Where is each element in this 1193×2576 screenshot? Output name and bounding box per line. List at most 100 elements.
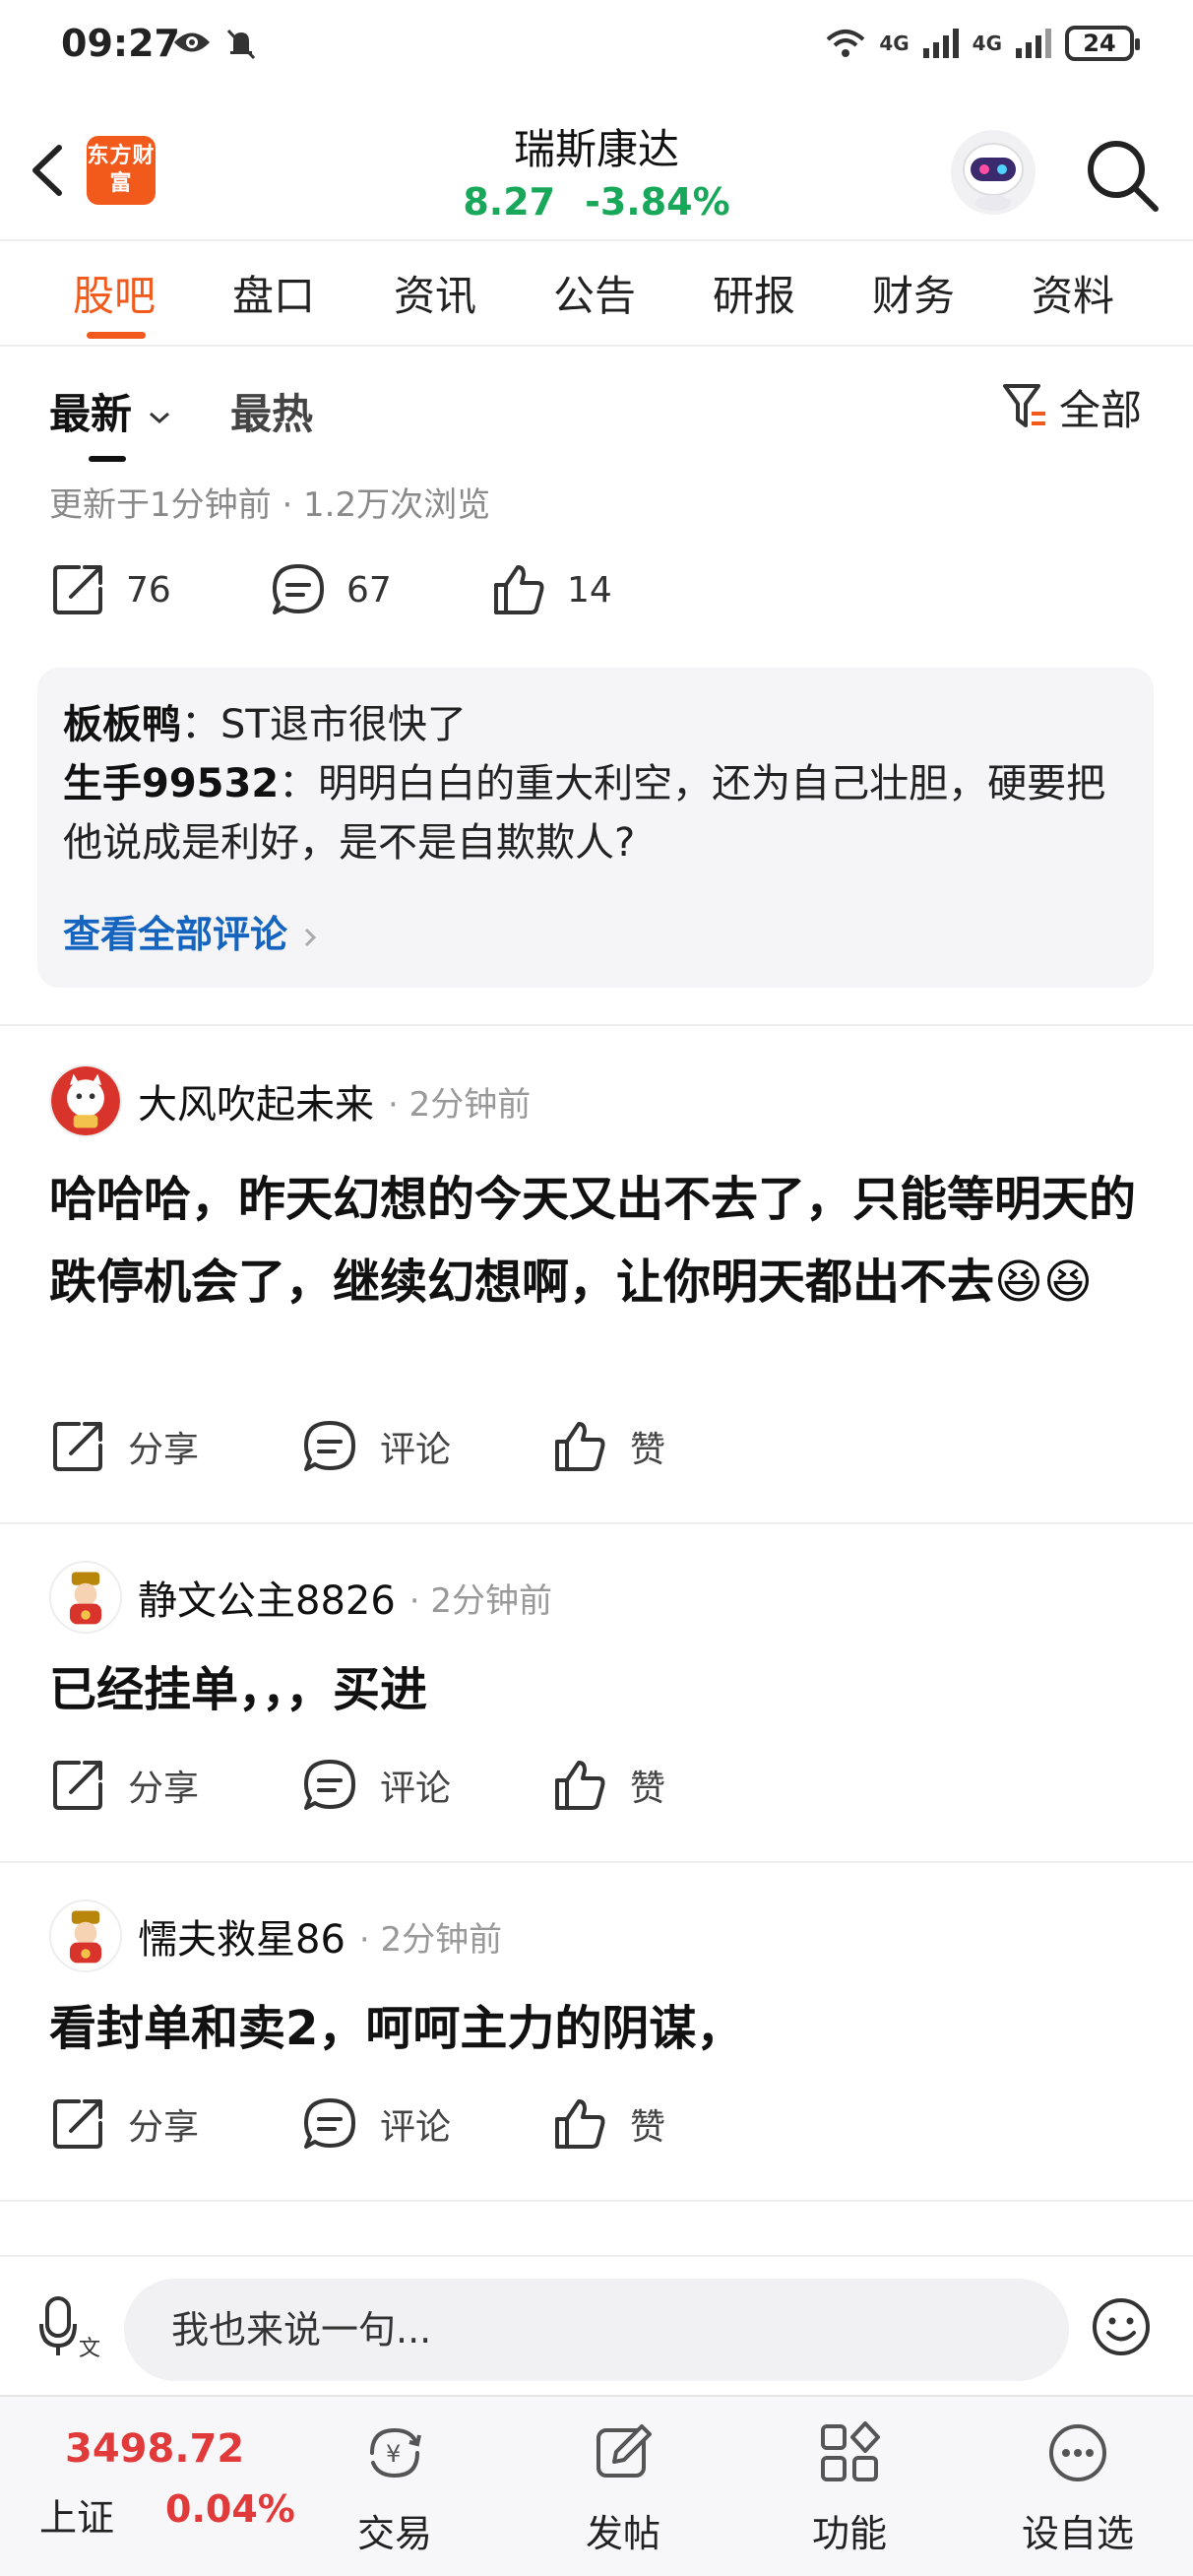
like-count: 14 xyxy=(567,569,612,611)
share-button[interactable]: 分享 xyxy=(49,1757,199,1814)
avatar[interactable] xyxy=(49,1561,122,1634)
divider xyxy=(0,1024,1193,1026)
back-arrow-icon[interactable] xyxy=(20,136,79,205)
trade-icon: ¥ xyxy=(370,2427,421,2479)
nav-functions[interactable]: 功能 xyxy=(776,2418,923,2557)
share-stat[interactable]: 76 xyxy=(49,561,171,618)
share-button[interactable]: 分享 xyxy=(49,2095,199,2153)
post-actions: 分享 评论 赞 xyxy=(49,1757,837,1826)
filter-button[interactable]: 全部 xyxy=(1002,377,1142,437)
stock-change: -3.84% xyxy=(585,180,730,224)
avatar[interactable] xyxy=(49,1064,122,1137)
tab-guba[interactable]: 股吧 xyxy=(55,263,173,323)
filter-label: 全部 xyxy=(1058,386,1142,434)
bottom-nav: 3498.72 上证 0.04% ¥ 交易 发帖 功能 设自选 xyxy=(0,2395,1193,2576)
nav-trade[interactable]: ¥ 交易 xyxy=(321,2418,469,2557)
sort-hottest[interactable]: 最热 xyxy=(230,381,313,441)
thumbs-up-icon xyxy=(494,565,544,614)
post-content[interactable]: 看封单和卖2，呵呵主力的阴谋， xyxy=(49,1987,1142,2070)
like-button[interactable]: 赞 xyxy=(551,1418,665,1475)
svg-text:¥: ¥ xyxy=(386,2440,401,2468)
nav-post[interactable]: 发帖 xyxy=(549,2418,697,2557)
divider xyxy=(0,2200,1193,2202)
signal-icon-2 xyxy=(1016,29,1051,58)
index-value[interactable]: 3498.72 xyxy=(65,2426,244,2472)
hot-comment: 生手99532：明明白白的重大利空，还为自己壮胆，硬要把他说成是利好，是不是自欺… xyxy=(63,754,1128,872)
nav-watchlist[interactable]: 设自选 xyxy=(1004,2418,1152,2557)
share-icon xyxy=(53,1422,102,1471)
comment-button[interactable]: 评论 xyxy=(301,1418,451,1475)
sort-latest[interactable]: 最新 xyxy=(49,381,172,441)
lucky-cat-avatar-icon xyxy=(51,1066,120,1135)
signal-icon xyxy=(922,29,959,58)
share-count: 76 xyxy=(126,569,171,611)
tab-research[interactable]: 研报 xyxy=(695,263,813,323)
svg-text:文: 文 xyxy=(79,2337,100,2361)
tab-pankou[interactable]: 盘口 xyxy=(215,263,333,323)
like-label: 赞 xyxy=(630,2107,666,2148)
comment-icon xyxy=(273,564,324,614)
nav-functions-label: 功能 xyxy=(811,2512,887,2555)
status-bar: 09:27 4G 4G 24 xyxy=(0,0,1193,98)
share-label: 分享 xyxy=(128,2107,200,2148)
share-button[interactable]: 分享 xyxy=(49,1418,199,1475)
post-author[interactable]: 静文公主8826 xyxy=(138,1569,396,1626)
like-label: 赞 xyxy=(630,1430,666,1470)
network-label-1: 4G xyxy=(879,32,910,55)
update-info: 更新于1分钟前 · 1.2万次浏览 xyxy=(49,485,491,525)
share-label: 分享 xyxy=(128,1430,200,1470)
topic-stats: 76 67 14 xyxy=(49,561,738,630)
like-stat[interactable]: 14 xyxy=(490,561,612,618)
comment-button[interactable]: 评论 xyxy=(301,2095,451,2153)
robot-assistant-icon[interactable] xyxy=(949,128,1037,217)
hot-comment-user[interactable]: 板板鸭 xyxy=(63,702,181,747)
index-change[interactable]: 0.04% xyxy=(165,2487,295,2531)
like-button[interactable]: 赞 xyxy=(551,2095,665,2153)
tab-announcements[interactable]: 公告 xyxy=(535,263,654,323)
comment-button[interactable]: 评论 xyxy=(301,1757,451,1814)
active-tab-indicator xyxy=(87,332,146,339)
wifi-icon xyxy=(826,30,865,57)
tab-profile[interactable]: 资料 xyxy=(1014,263,1132,323)
comment-label: 评论 xyxy=(380,1769,452,1809)
index-name[interactable]: 上证 xyxy=(39,2487,114,2542)
stock-quote: 8.27 -3.84% xyxy=(350,180,843,224)
chevron-down-icon xyxy=(149,412,169,423)
post-content[interactable]: 已经挂单，，，买进 xyxy=(49,1648,1142,1731)
app-logo[interactable]: 东方财富 xyxy=(87,136,156,205)
hot-comment-user[interactable]: 生手99532 xyxy=(63,761,279,806)
divider xyxy=(0,1522,1193,1524)
share-label: 分享 xyxy=(128,1769,200,1809)
thumbs-up-icon xyxy=(555,1761,605,1810)
stock-name: 瑞斯康达 xyxy=(513,125,679,173)
status-time: 09:27 xyxy=(61,22,180,65)
post-author[interactable]: 懦夫救星86 xyxy=(138,1907,345,1964)
view-all-comments-link[interactable]: 查看全部评论 xyxy=(63,904,320,958)
sort-bar: 最新 最热 全部 xyxy=(0,350,1193,468)
nav-watchlist-label: 设自选 xyxy=(1021,2512,1134,2555)
thumbs-up-icon xyxy=(555,2099,605,2149)
thumbs-up-icon xyxy=(555,1422,605,1471)
comment-stat[interactable]: 67 xyxy=(270,561,392,618)
more-icon xyxy=(1049,2424,1106,2481)
network-label-2: 4G xyxy=(972,32,1002,55)
divider xyxy=(0,1861,1193,1863)
hot-comments-box[interactable]: 板板鸭：ST退市很快了 生手99532：明明白白的重大利空，还为自己壮胆，硬要把… xyxy=(37,668,1154,988)
fortune-god-avatar-icon xyxy=(51,1901,120,1970)
emoji-icon[interactable] xyxy=(1091,2296,1152,2357)
comment-input[interactable] xyxy=(124,2279,1069,2381)
like-button[interactable]: 赞 xyxy=(551,1757,665,1814)
battery-indicator: 24 xyxy=(1065,26,1140,61)
tab-news[interactable]: 资讯 xyxy=(376,263,494,323)
post-content[interactable]: 哈哈哈，昨天幻想的今天又出不去了，只能等明天的跌停机会了，继续幻想啊，让你明天都… xyxy=(49,1158,1142,1323)
view-all-comments-label: 查看全部评论 xyxy=(63,913,288,956)
search-icon[interactable] xyxy=(1083,136,1162,215)
post-author[interactable]: 大风吹起未来 xyxy=(138,1072,374,1129)
post-header: 大风吹起未来 · 2分钟前 xyxy=(49,1062,531,1140)
stock-price: 8.27 xyxy=(463,180,556,224)
comment-label: 评论 xyxy=(380,2107,452,2148)
tab-finance[interactable]: 财务 xyxy=(854,263,973,323)
sort-indicator xyxy=(89,456,126,462)
avatar[interactable] xyxy=(49,1900,122,1972)
voice-input-icon[interactable]: 文 xyxy=(35,2292,104,2361)
